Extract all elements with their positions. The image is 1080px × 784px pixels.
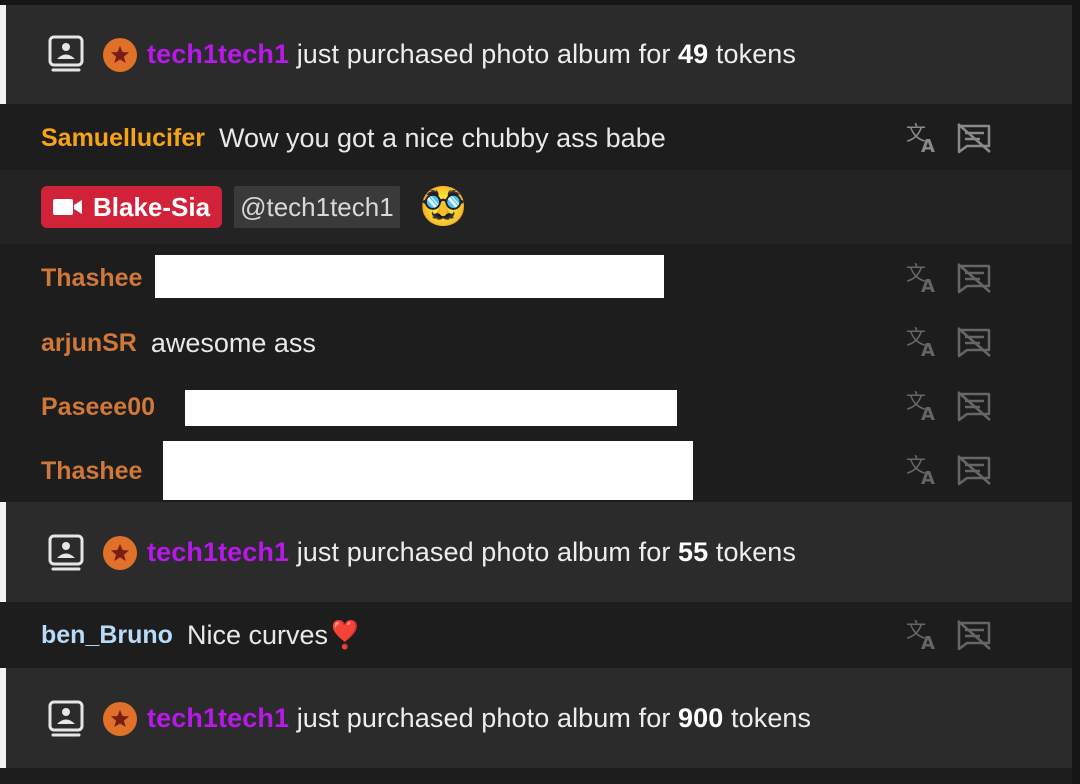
chat-feed: tech1tech1 just purchased photo album fo… [0, 0, 1080, 784]
buyer-username[interactable]: tech1tech1 [147, 537, 289, 567]
message-text: Wow you got a nice chubby ass babe [218, 122, 666, 153]
translate-icon[interactable]: 文 A [904, 262, 940, 294]
svg-text:A: A [921, 468, 935, 486]
photo-album-icon [48, 534, 84, 571]
hide-message-icon[interactable] [956, 390, 992, 422]
photo-album-icon [48, 700, 84, 737]
svg-text:A: A [921, 340, 935, 358]
translate-icon[interactable]: 文 A [904, 454, 940, 486]
hide-message-icon[interactable] [956, 326, 992, 358]
message-username[interactable]: ben_Bruno [41, 621, 173, 650]
message-text: Nice curves❣️ [186, 620, 362, 650]
purchase-amount: 49 [678, 39, 709, 69]
broadcaster-badge[interactable]: Blake-Sia [41, 186, 223, 228]
translate-icon[interactable]: 文 A [904, 619, 940, 651]
purchase-unit: tokens [715, 39, 797, 69]
star-badge-icon [103, 536, 137, 570]
purchase-description: just purchased photo album for [296, 703, 671, 733]
purchase-event-text: tech1tech1 just purchased photo album fo… [147, 703, 811, 734]
buyer-username[interactable]: tech1tech1 [147, 39, 289, 69]
star-badge-icon [103, 38, 137, 72]
purchase-event: tech1tech1 just purchased photo album fo… [0, 5, 1072, 104]
buyer-username[interactable]: tech1tech1 [147, 703, 289, 733]
translate-icon[interactable]: 文 A [904, 122, 940, 154]
hide-message-icon[interactable] [956, 454, 992, 486]
purchase-event: tech1tech1 just purchased photo album fo… [0, 668, 1072, 768]
svg-text:A: A [921, 276, 935, 294]
purchase-event-text: tech1tech1 just purchased photo album fo… [147, 39, 796, 70]
purchase-description: just purchased photo album for [296, 537, 671, 567]
redacted-content [185, 390, 677, 426]
purchase-unit: tokens [715, 537, 797, 567]
broadcaster-name: Blake-Sia [93, 191, 211, 222]
hide-message-icon[interactable] [956, 619, 992, 651]
message-block: ben_Bruno Nice curves❣️ 文 A [0, 602, 1072, 668]
message-block [0, 768, 1072, 784]
svg-text:A: A [921, 404, 935, 422]
photo-album-icon [48, 35, 84, 72]
translate-icon[interactable]: 文 A [904, 326, 940, 358]
redacted-content [155, 255, 664, 298]
purchase-amount: 900 [678, 703, 724, 733]
hide-message-icon[interactable] [956, 122, 992, 154]
message-username[interactable]: arjunSR [41, 329, 137, 358]
purchase-unit: tokens [731, 703, 812, 733]
purchase-amount: 55 [678, 537, 709, 567]
message-username[interactable]: Samuellucifer [41, 124, 205, 153]
message-username[interactable]: Thashee [41, 457, 142, 486]
message-block: Samuellucifer Wow you got a nice chubby … [0, 104, 1072, 502]
message-text: awesome ass [150, 327, 316, 358]
translate-icon[interactable]: 文 A [904, 390, 940, 422]
star-badge-icon [103, 702, 137, 736]
message-username[interactable]: Thashee [41, 264, 142, 293]
mention-tag[interactable]: @tech1tech1 [234, 186, 400, 228]
purchase-event: tech1tech1 just purchased photo album fo… [0, 502, 1072, 602]
disguise-emoji-icon: 🥸 [419, 186, 468, 228]
svg-text:A: A [921, 136, 935, 154]
tip-notice: Blake-Sia @tech1tech1 🥸 [0, 170, 1072, 244]
hide-message-icon[interactable] [956, 262, 992, 294]
svg-text:A: A [921, 633, 935, 651]
purchase-event-text: tech1tech1 just purchased photo album fo… [147, 537, 796, 568]
purchase-description: just purchased photo album for [296, 39, 671, 69]
message-username[interactable]: Paseee00 [41, 393, 155, 422]
video-camera-icon [53, 199, 82, 215]
redacted-content [163, 441, 693, 500]
